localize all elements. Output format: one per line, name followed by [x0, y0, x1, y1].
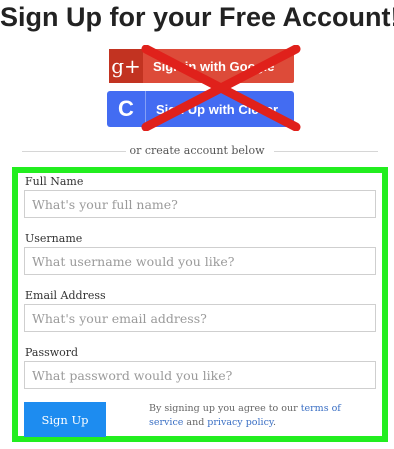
clever-signup-button[interactable]: C Sign Up with Clever [107, 91, 294, 127]
terms-prefix: By signing up you agree to our [149, 403, 301, 414]
divider-text: or create account below [129, 144, 265, 157]
privacy-policy-link[interactable]: privacy policy [207, 417, 273, 428]
full-name-input[interactable] [24, 190, 376, 218]
page-title: Sign Up for your Free Account! [0, 2, 394, 32]
email-label: Email Address [25, 289, 106, 302]
password-input[interactable] [24, 361, 376, 389]
google-signin-label: Sign in with Google [153, 58, 275, 74]
username-input[interactable] [24, 247, 376, 275]
clever-signup-label: Sign Up with Clever [156, 101, 279, 117]
terms-suffix: . [273, 417, 277, 428]
google-plus-icon: g+ [109, 49, 143, 83]
google-signin-button[interactable]: g+ Sign in with Google [109, 49, 294, 83]
email-input[interactable] [24, 304, 376, 332]
sign-up-button[interactable]: Sign Up [24, 402, 106, 437]
username-label: Username [25, 232, 83, 245]
password-label: Password [25, 346, 79, 359]
clever-icon: C [107, 91, 146, 127]
terms-notice: By signing up you agree to our terms of … [149, 402, 377, 430]
full-name-label: Full Name [25, 175, 84, 188]
terms-and: and [183, 417, 208, 428]
